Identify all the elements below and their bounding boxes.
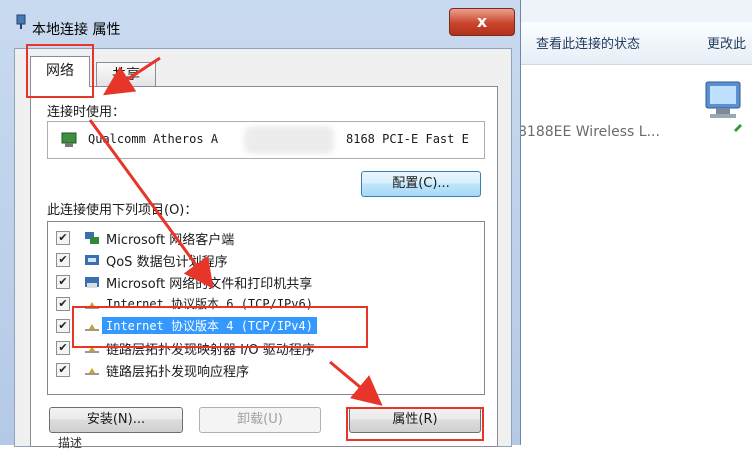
item-checkbox[interactable]: ✔ [56,363,70,377]
list-item[interactable]: ✔ 链路层拓扑发现响应程序 [54,360,478,380]
list-item[interactable]: ✔ Microsoft 网络的文件和打印机共享 [54,272,478,292]
annotation-box-ipv4 [72,306,368,348]
item-label: Microsoft 网络的文件和打印机共享 [106,277,313,292]
install-button[interactable]: 安装(N)... [49,407,183,433]
adapter-name-left: Qualcomm Atheros A [88,132,219,146]
network-client-icon [85,232,99,244]
items-label: 此连接使用下列项目(O)： [47,203,198,218]
item-checkbox[interactable]: ✔ [56,319,70,333]
description-label: 描述 [58,436,83,450]
file-printer-share-icon [85,277,99,288]
background-window-top [512,0,752,22]
title-bar[interactable]: 本地连接 属性 x [0,0,520,38]
uninstall-button: 卸载(U) [199,407,321,433]
item-label: Microsoft 网络客户端 [106,233,235,248]
change-settings-link[interactable]: 更改此 [707,33,746,52]
item-checkbox[interactable]: ✔ [56,297,70,311]
item-checkbox[interactable]: ✔ [56,253,70,267]
adapter-field: Qualcomm Atheros A 8168 PCI-E Fast E [47,121,485,159]
configure-button[interactable]: 配置(C)... [361,171,481,197]
background-toolbar: 查看此连接的状态 更改此 [512,22,752,65]
network-tab-panel: 连接时使用： Qualcomm Atheros A 8168 PCI-E Fas… [30,86,498,447]
close-button[interactable]: x [449,8,515,36]
list-item[interactable]: ✔ Microsoft 网络客户端 [54,228,478,248]
view-status-link[interactable]: 查看此连接的状态 [536,33,640,52]
item-checkbox[interactable]: ✔ [56,275,70,289]
list-item[interactable]: ✔ QoS 数据包计划程序 [54,250,478,270]
network-connection-icon [16,14,26,29]
item-label: QoS 数据包计划程序 [106,255,228,270]
adapter-icon [61,132,77,147]
redacted-region [244,126,334,154]
qos-icon [85,255,99,265]
item-checkbox[interactable]: ✔ [56,231,70,245]
wireless-adapter-label: 8188EE Wireless L... [518,124,660,140]
wireless-adapter-icon[interactable] [700,78,746,138]
protocol-icon [85,368,99,375]
item-checkbox[interactable]: ✔ [56,341,70,355]
tab-sharing[interactable]: 共享 [96,62,156,87]
dialog-title: 本地连接 属性 [32,22,121,38]
adapter-name-right: 8168 PCI-E Fast E [346,132,469,146]
annotation-box-properties [346,407,484,441]
annotation-box-network-tab [26,44,94,98]
item-label: 链路层拓扑发现响应程序 [106,365,250,380]
connect-using-label: 连接时使用： [47,105,126,120]
